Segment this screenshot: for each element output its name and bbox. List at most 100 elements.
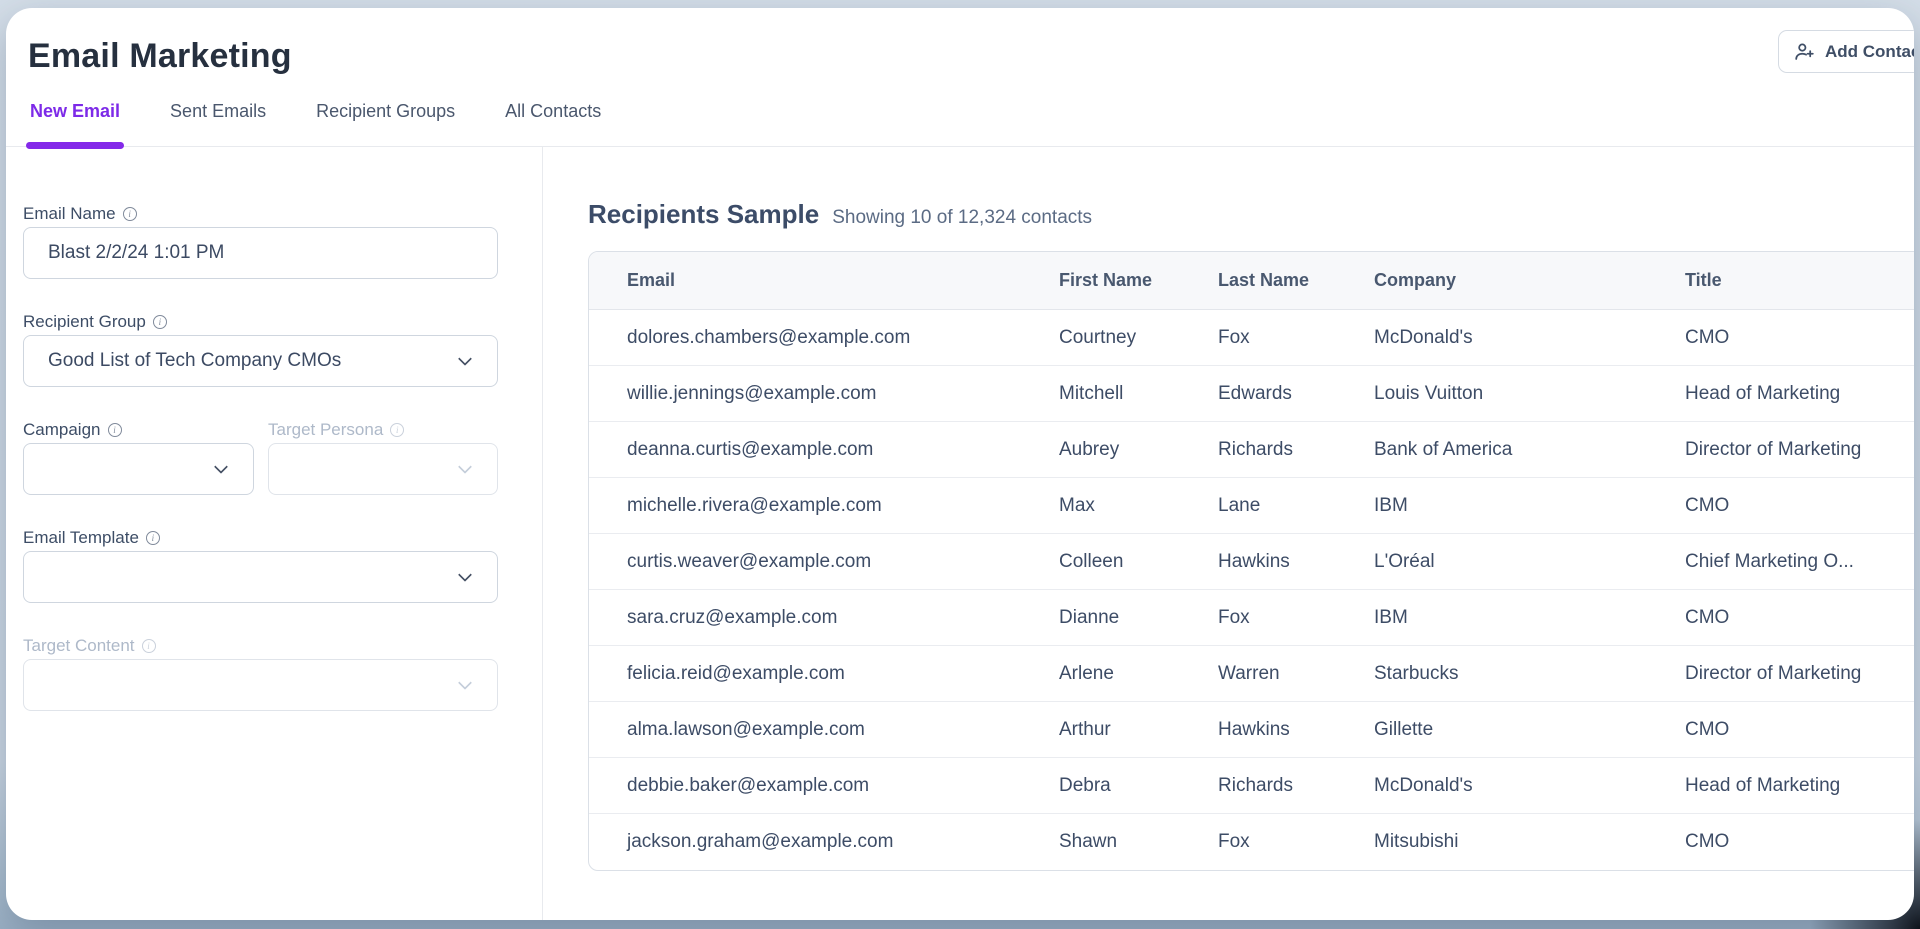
table-cell: Head of Marketing <box>1685 775 1914 797</box>
app-header: Email Marketing Add Contact <box>6 8 1914 78</box>
table-header-row: EmailFirst NameLast NameCompanyTitle <box>589 252 1914 310</box>
recipients-heading-row: Recipients Sample Showing 10 of 12,324 c… <box>588 197 1914 231</box>
table-cell: willie.jennings@example.com <box>589 383 1059 405</box>
table-row: alma.lawson@example.comArthurHawkinsGill… <box>589 702 1914 758</box>
recipient-group-label: Recipient Group <box>23 312 497 332</box>
table-cell: Debra <box>1059 775 1218 797</box>
column-header: Title <box>1685 270 1914 291</box>
table-cell: Arthur <box>1059 719 1218 741</box>
chevron-down-icon <box>458 460 472 474</box>
table-cell: Bank of America <box>1374 439 1685 461</box>
campaign-select[interactable] <box>23 443 254 495</box>
campaign-persona-row: Campaign Target Persona <box>23 420 497 528</box>
target-persona-label-text: Target Persona <box>268 420 383 440</box>
add-contact-button[interactable]: Add Contact <box>1778 30 1914 73</box>
table-cell: deanna.curtis@example.com <box>589 439 1059 461</box>
table-cell: Arlene <box>1059 663 1218 685</box>
table-cell: Richards <box>1218 775 1374 797</box>
chevron-down-icon <box>214 460 228 474</box>
table-cell: Starbucks <box>1374 663 1685 685</box>
target-content-select <box>23 659 498 711</box>
campaign-group: Campaign <box>23 420 254 495</box>
table-cell: Lane <box>1218 495 1374 517</box>
target-persona-select <box>268 443 498 495</box>
app-body: Email Name Recipient Group Good List of … <box>6 147 1914 920</box>
table-cell: CMO <box>1685 327 1914 349</box>
column-header: First Name <box>1059 270 1218 291</box>
email-template-group: Email Template <box>23 528 497 603</box>
table-body: dolores.chambers@example.comCourtneyFoxM… <box>589 310 1914 870</box>
email-template-select[interactable] <box>23 551 498 603</box>
info-icon[interactable] <box>142 639 156 653</box>
table-cell: CMO <box>1685 495 1914 517</box>
table-cell: Aubrey <box>1059 439 1218 461</box>
info-icon[interactable] <box>146 531 160 545</box>
table-cell: Director of Marketing <box>1685 439 1914 461</box>
recipient-group-group: Recipient Group Good List of Tech Compan… <box>23 312 497 387</box>
add-contact-label: Add Contact <box>1825 42 1914 62</box>
table-cell: Head of Marketing <box>1685 383 1914 405</box>
recipients-heading: Recipients Sample <box>588 197 819 231</box>
tab-bar: New Email Sent Emails Recipient Groups All … <box>6 100 1914 147</box>
table-cell: curtis.weaver@example.com <box>589 551 1059 573</box>
tab-sent-emails[interactable]: Sent Emails <box>166 100 270 146</box>
chevron-down-icon <box>458 676 472 690</box>
table-cell: CMO <box>1685 719 1914 741</box>
table-row: curtis.weaver@example.comColleenHawkinsL… <box>589 534 1914 590</box>
table-row: sara.cruz@example.comDianneFoxIBMCMO <box>589 590 1914 646</box>
table-cell: Mitsubishi <box>1374 831 1685 853</box>
table-cell: CMO <box>1685 831 1914 853</box>
table-cell: L'Oréal <box>1374 551 1685 573</box>
table-cell: Hawkins <box>1218 719 1374 741</box>
table-row: willie.jennings@example.comMitchellEdwar… <box>589 366 1914 422</box>
table-cell: debbie.baker@example.com <box>589 775 1059 797</box>
tab-new-email[interactable]: New Email <box>26 100 124 146</box>
page-title: Email Marketing <box>28 34 1890 78</box>
table-cell: Mitchell <box>1059 383 1218 405</box>
target-content-label-text: Target Content <box>23 636 135 656</box>
table-cell: Chief Marketing O... <box>1685 551 1914 573</box>
target-persona-label: Target Persona <box>268 420 498 440</box>
recipient-group-select[interactable]: Good List of Tech Company CMOs <box>23 335 498 387</box>
recipient-group-value: Good List of Tech Company CMOs <box>48 350 341 372</box>
recipients-panel: Recipients Sample Showing 10 of 12,324 c… <box>543 147 1914 920</box>
table-cell: Edwards <box>1218 383 1374 405</box>
info-icon[interactable] <box>390 423 404 437</box>
info-icon[interactable] <box>123 207 137 221</box>
table-cell: sara.cruz@example.com <box>589 607 1059 629</box>
table-cell: felicia.reid@example.com <box>589 663 1059 685</box>
table-cell: Director of Marketing <box>1685 663 1914 685</box>
tab-recipient-groups[interactable]: Recipient Groups <box>312 100 459 146</box>
table-cell: jackson.graham@example.com <box>589 831 1059 853</box>
table-cell: Warren <box>1218 663 1374 685</box>
recipients-table: EmailFirst NameLast NameCompanyTitle dol… <box>588 251 1914 871</box>
table-cell: Fox <box>1218 607 1374 629</box>
table-cell: Colleen <box>1059 551 1218 573</box>
table-row: michelle.rivera@example.comMaxLaneIBMCMO <box>589 478 1914 534</box>
table-cell: CMO <box>1685 607 1914 629</box>
table-cell: alma.lawson@example.com <box>589 719 1059 741</box>
email-name-label-text: Email Name <box>23 204 116 224</box>
table-cell: Fox <box>1218 831 1374 853</box>
info-icon[interactable] <box>108 423 122 437</box>
table-cell: Louis Vuitton <box>1374 383 1685 405</box>
table-cell: Dianne <box>1059 607 1218 629</box>
recipient-group-label-text: Recipient Group <box>23 312 146 332</box>
tab-all-contacts[interactable]: All Contacts <box>501 100 605 146</box>
table-cell: Hawkins <box>1218 551 1374 573</box>
campaign-label: Campaign <box>23 420 254 440</box>
table-row: debbie.baker@example.comDebraRichardsMcD… <box>589 758 1914 814</box>
table-cell: michelle.rivera@example.com <box>589 495 1059 517</box>
table-cell: McDonald's <box>1374 775 1685 797</box>
table-cell: Courtney <box>1059 327 1218 349</box>
target-content-group: Target Content <box>23 636 497 711</box>
chevron-down-icon <box>458 568 472 582</box>
table-row: jackson.graham@example.comShawnFoxMitsub… <box>589 814 1914 870</box>
target-content-label: Target Content <box>23 636 497 656</box>
target-persona-group: Target Persona <box>268 420 498 495</box>
column-header: Last Name <box>1218 270 1374 291</box>
table-cell: Max <box>1059 495 1218 517</box>
email-name-input[interactable] <box>23 227 498 279</box>
table-cell: Shawn <box>1059 831 1218 853</box>
info-icon[interactable] <box>153 315 167 329</box>
